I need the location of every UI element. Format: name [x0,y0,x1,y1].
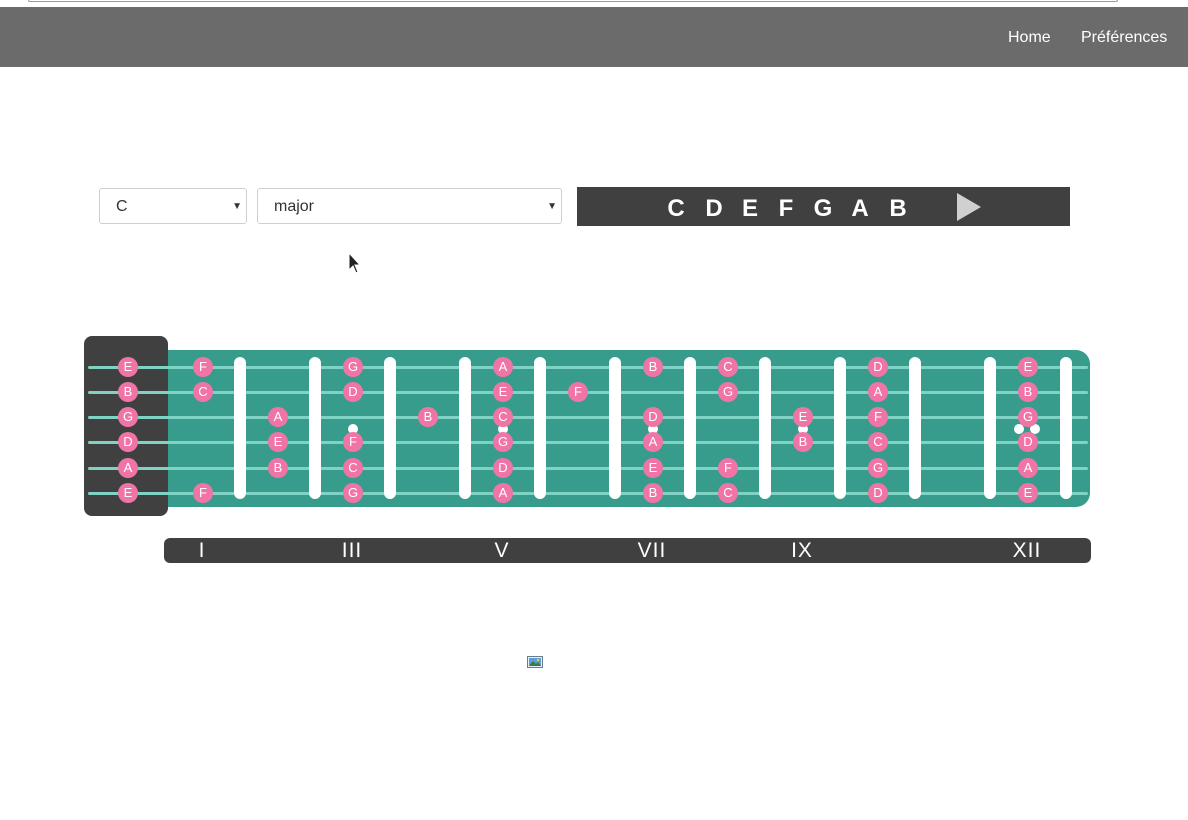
fret-note[interactable]: G [493,432,513,452]
position-marker-7: VII [637,539,667,562]
fret-note[interactable]: C [193,382,213,402]
fret-note[interactable]: D [343,382,363,402]
fret-note[interactable]: A [1018,458,1038,478]
fret-note[interactable]: B [268,458,288,478]
fret-note[interactable]: B [1018,382,1038,402]
fret-note[interactable]: B [643,357,663,377]
position-marker-3: III [341,539,363,562]
play-icon[interactable] [957,193,981,221]
fret-note[interactable]: E [793,407,813,427]
fret-note[interactable]: A [493,357,513,377]
fret-note[interactable]: C [718,357,738,377]
fret-note[interactable]: D [1018,432,1038,452]
fret-wire [384,357,396,499]
fret-note[interactable]: G [343,483,363,503]
fret-note[interactable]: A [268,407,288,427]
fret-note[interactable]: B [643,483,663,503]
fretboard [168,350,1090,507]
fret-note[interactable]: E [1018,483,1038,503]
fret-note[interactable]: C [343,458,363,478]
open-string-note[interactable]: E [118,357,138,377]
fret-wire [834,357,846,499]
fret-wire [984,357,996,499]
fret-note[interactable]: G [1018,407,1038,427]
fret-wire [1060,357,1072,499]
root-note-select[interactable]: C ▼ [99,188,247,224]
fret-note[interactable]: F [193,483,213,503]
nav-preferences-link[interactable]: Préférences [1081,7,1167,67]
scale-type-select[interactable]: major ▼ [257,188,562,224]
scale-note-f: F [778,195,794,222]
fret-note[interactable]: E [268,432,288,452]
fret-note[interactable]: E [1018,357,1038,377]
fret-note[interactable]: A [868,382,888,402]
chevron-down-icon: ▼ [232,201,242,212]
fret-note[interactable]: A [493,483,513,503]
position-marker-5: V [494,539,510,562]
navbar: Home Préférences [0,7,1188,67]
fret-note[interactable]: G [718,382,738,402]
fret-note[interactable]: E [643,458,663,478]
position-marker-9: IX [791,539,813,562]
fret-note[interactable]: G [868,458,888,478]
fret-note[interactable]: C [718,483,738,503]
scale-note-g: G [813,195,833,222]
fret-note[interactable]: F [718,458,738,478]
scale-note-e: E [741,195,758,222]
nav-home-link[interactable]: Home [1008,7,1051,67]
scale-note-b: B [889,195,907,222]
fret-note[interactable]: F [568,382,588,402]
chevron-down-icon: ▼ [547,201,557,212]
root-note-value: C [116,198,128,215]
browser-frame-edge [28,0,1118,2]
fret-note[interactable]: G [343,357,363,377]
fret-wire [309,357,321,499]
fret-note[interactable]: D [493,458,513,478]
position-marker-1: I [198,539,206,562]
fret-wire [759,357,771,499]
fret-note[interactable]: D [643,407,663,427]
fret-wire [684,357,696,499]
scale-note-d: D [705,195,723,222]
open-string-note[interactable]: B [118,382,138,402]
mouse-cursor-icon [348,252,362,274]
open-string-note[interactable]: G [118,407,138,427]
fret-note[interactable]: C [493,407,513,427]
fret-note[interactable]: C [868,432,888,452]
open-string-note[interactable]: A [118,458,138,478]
scale-type-value: major [274,198,315,215]
open-string-note[interactable]: E [118,483,138,503]
fret-note[interactable]: B [418,407,438,427]
fret-wire [234,357,246,499]
fret-note[interactable]: B [793,432,813,452]
open-string-note[interactable]: D [118,432,138,452]
scale-note-c: C [667,195,685,222]
fret-wire [534,357,546,499]
fret-note[interactable]: A [643,432,663,452]
fret-note[interactable]: D [868,357,888,377]
broken-image-icon [527,656,543,668]
fret-note[interactable]: F [868,407,888,427]
fret-wire [909,357,921,499]
fret-note[interactable]: D [868,483,888,503]
fret-wire [459,357,471,499]
fret-note[interactable]: F [343,432,363,452]
fret-note[interactable]: E [493,382,513,402]
scale-note-a: A [851,195,869,222]
fret-note[interactable]: F [193,357,213,377]
position-marker-12: XII [1012,539,1042,562]
fret-wire [609,357,621,499]
